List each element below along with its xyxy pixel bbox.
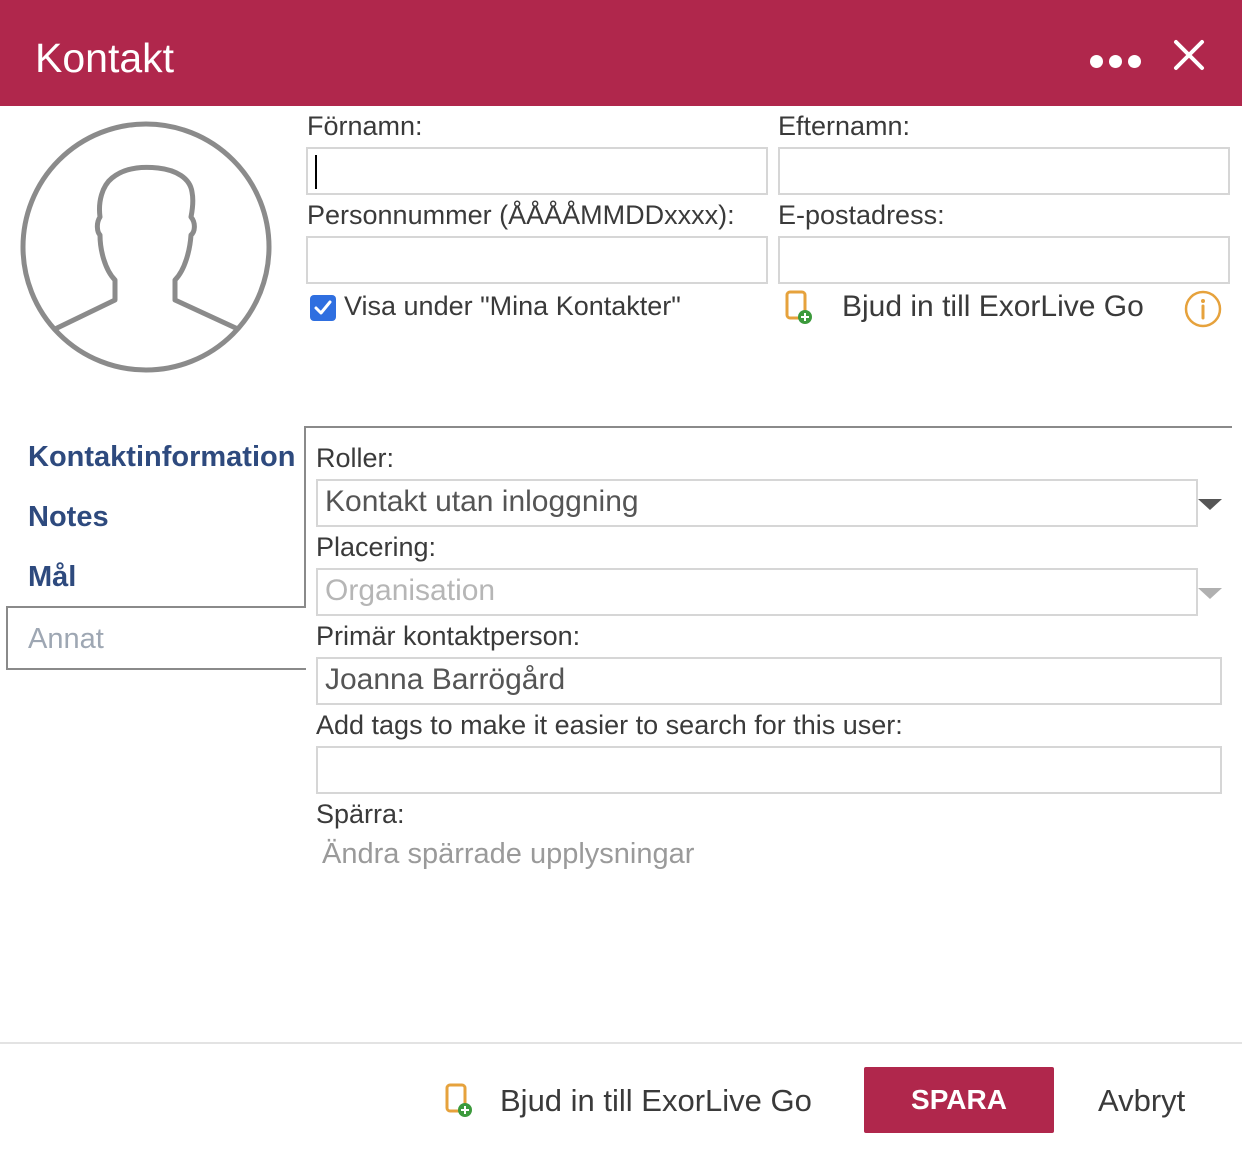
tab-panel-border-left bbox=[304, 426, 306, 608]
primary-contact-field[interactable]: Joanna Barrögård bbox=[316, 657, 1222, 705]
cancel-button[interactable]: Avbryt bbox=[1098, 1083, 1185, 1119]
close-icon[interactable] bbox=[1170, 36, 1208, 74]
edit-locked-info-link[interactable]: Ändra spärrade upplysningar bbox=[322, 837, 694, 871]
placement-select[interactable]: Organisation bbox=[316, 568, 1198, 616]
tab-annat-label: Annat bbox=[28, 623, 104, 655]
invite-link[interactable]: Bjud in till ExorLive Go bbox=[842, 291, 1144, 323]
save-button[interactable]: SPARA bbox=[864, 1067, 1054, 1133]
lock-label: Spärra: bbox=[316, 799, 405, 829]
ssn-input[interactable] bbox=[306, 236, 768, 284]
tags-input[interactable] bbox=[316, 746, 1222, 794]
invite-icon[interactable] bbox=[785, 290, 813, 326]
checkbox-check-icon bbox=[314, 300, 332, 315]
email-label: E-postadress: bbox=[778, 200, 945, 230]
first-name-input[interactable] bbox=[306, 147, 768, 195]
tab-panel-border bbox=[304, 426, 1232, 428]
text-caret bbox=[315, 155, 317, 189]
invite-icon[interactable] bbox=[445, 1083, 473, 1119]
tags-label: Add tags to make it easier to search for… bbox=[316, 710, 903, 740]
placement-label: Placering: bbox=[316, 532, 437, 562]
tab-annat[interactable]: Annat bbox=[6, 606, 306, 670]
roles-label: Roller: bbox=[316, 443, 395, 473]
last-name-label: Efternamn: bbox=[778, 111, 911, 141]
tab-mal[interactable]: Mål bbox=[28, 560, 76, 594]
ssn-label: Personnummer (ÅÅÅÅMMDDxxxx): bbox=[307, 200, 735, 230]
email-input[interactable] bbox=[778, 236, 1230, 284]
dialog-title: Kontakt bbox=[35, 35, 175, 81]
footer-divider bbox=[0, 1042, 1242, 1044]
footer-invite-link[interactable]: Bjud in till ExorLive Go bbox=[500, 1083, 812, 1119]
show-in-contacts-checkbox[interactable] bbox=[310, 295, 336, 321]
first-name-label: Förnamn: bbox=[307, 111, 423, 141]
roles-select[interactable]: Kontakt utan inloggning bbox=[316, 479, 1198, 527]
tab-notes[interactable]: Notes bbox=[28, 500, 109, 534]
more-icon[interactable] bbox=[1090, 50, 1146, 72]
chevron-down-icon[interactable] bbox=[1198, 499, 1222, 510]
primary-contact-label: Primär kontaktperson: bbox=[316, 621, 581, 651]
last-name-input[interactable] bbox=[778, 147, 1230, 195]
show-in-contacts-label[interactable]: Visa under "Mina Kontakter" bbox=[344, 290, 681, 322]
info-icon[interactable] bbox=[1184, 290, 1222, 328]
dialog-header: Kontakt bbox=[0, 0, 1242, 106]
avatar-icon bbox=[20, 121, 272, 373]
tab-kontaktinformation[interactable]: Kontaktinformation bbox=[28, 440, 295, 474]
chevron-down-icon[interactable] bbox=[1198, 588, 1222, 599]
